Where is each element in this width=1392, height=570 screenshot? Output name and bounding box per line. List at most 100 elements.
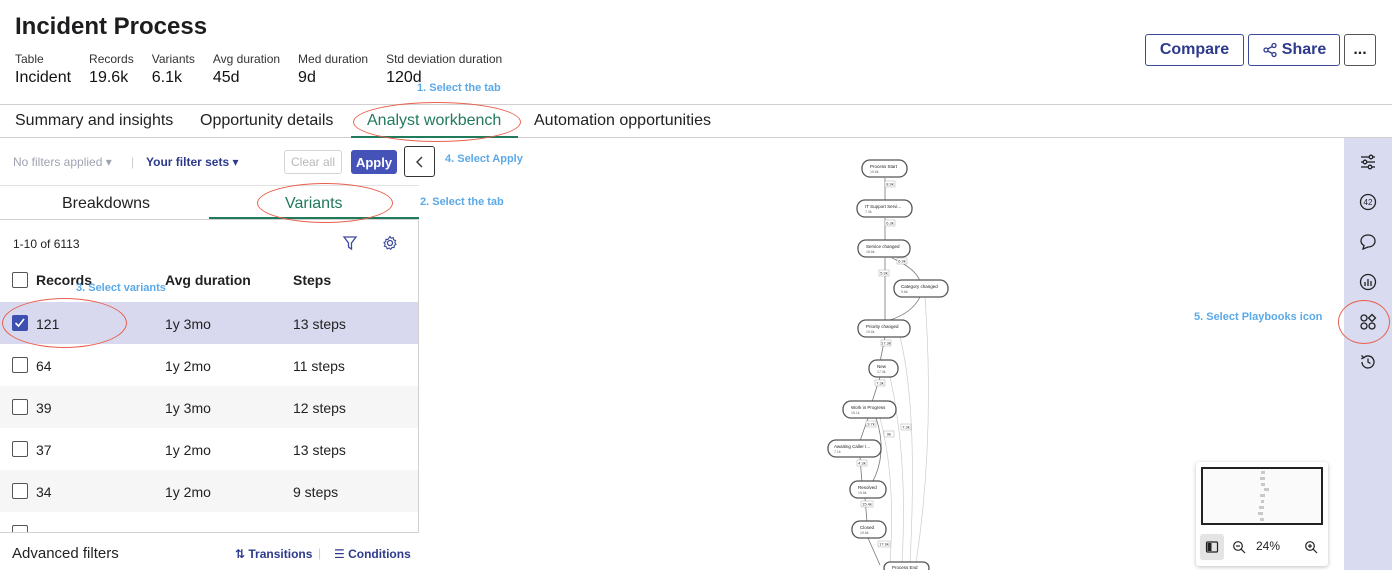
edge-label-4: 17.3k	[881, 341, 891, 346]
cell-records: 39	[36, 400, 52, 416]
edge-label-7: 9k	[887, 432, 891, 437]
node-label: Service changed	[866, 244, 900, 249]
process-node[interactable]: IT Support Servi... 7.3k	[856, 199, 913, 218]
variants-count: 1-10 of 6113	[13, 237, 80, 251]
edge-label: 8.9k	[884, 180, 896, 188]
table-row[interactable]: 121 1y 3mo 13 steps	[0, 302, 418, 344]
col-steps[interactable]: Steps	[293, 272, 331, 288]
node-sub: 19.6k	[870, 170, 879, 174]
playbooks-icon[interactable]	[1358, 312, 1378, 332]
edge-label: 17.9k	[877, 540, 891, 548]
cell-records: 37	[36, 442, 52, 458]
tab-analyst-workbench[interactable]: Analyst workbench	[367, 112, 501, 130]
process-node[interactable]: Work in Progress 15.1k	[842, 400, 897, 419]
compare-button[interactable]: Compare	[1145, 34, 1244, 66]
minimap[interactable]: 24%	[1196, 462, 1328, 566]
edge-label-5: 7.3k	[876, 381, 884, 386]
process-node[interactable]: Process Start 19.6k	[861, 159, 908, 178]
annotation-step-1: 1. Select the tab	[417, 82, 501, 94]
stat-value: Incident	[15, 69, 72, 86]
filter-icon[interactable]	[342, 235, 358, 251]
tab-variants[interactable]: Variants	[285, 195, 343, 213]
tab-summary-insights[interactable]: Summary and insights	[15, 112, 173, 130]
analytics-icon[interactable]	[1358, 272, 1378, 292]
table-row[interactable]: 34 1y 2mo 9 steps	[0, 470, 418, 512]
row-checkbox[interactable]	[12, 399, 28, 415]
row-checkbox[interactable]	[12, 441, 28, 457]
row-checkbox[interactable]	[12, 483, 28, 499]
row-checkbox[interactable]	[12, 315, 28, 331]
node-label: Priority changed	[866, 324, 899, 329]
minimap-preview	[1258, 471, 1269, 521]
edge-label-6: 3.7k	[867, 422, 875, 427]
edge-label: 17.3k	[880, 339, 892, 347]
more-options-button[interactable]: ...	[1344, 34, 1376, 66]
comment-icon[interactable]	[1358, 232, 1378, 252]
node-label: IT Support Servi...	[865, 204, 901, 209]
no-filters-dropdown[interactable]: No filters applied ▾	[13, 155, 112, 169]
process-node[interactable]: Resolved 19.6k	[849, 480, 887, 499]
numbers-icon[interactable]: 42	[1358, 192, 1378, 212]
stat-variants: Variants 6.1k	[152, 52, 195, 87]
zoom-in-icon[interactable]	[1304, 540, 1318, 554]
share-button[interactable]: Share	[1248, 34, 1340, 66]
clear-all-button[interactable]: Clear all	[284, 150, 342, 174]
process-node[interactable]: Category changed 5.6k	[893, 279, 949, 298]
advanced-filters-title[interactable]: Advanced filters	[12, 545, 119, 562]
edge-label-9: 15.4k	[862, 502, 872, 507]
process-node[interactable]: Service changed 18.6k	[857, 239, 911, 258]
conditions-link[interactable]: ☰ Conditions	[334, 547, 411, 561]
tab-automation-opportunities[interactable]: Automation opportunities	[534, 112, 711, 130]
share-label: Share	[1281, 41, 1327, 58]
edge-label-10: 17.9k	[879, 542, 889, 547]
node-label: Category changed	[901, 284, 938, 289]
apply-button[interactable]: Apply	[351, 150, 397, 174]
cell-duration: 1y 3mo	[165, 400, 211, 416]
edge-label: 9k	[883, 430, 895, 438]
sliders-icon[interactable]	[1358, 152, 1378, 172]
edge	[889, 296, 921, 321]
fit-view-icon	[1205, 541, 1219, 553]
node-sub: 19.6k	[858, 491, 867, 495]
zoom-out-icon[interactable]	[1232, 540, 1246, 554]
process-node[interactable]: New 17.3k	[868, 359, 899, 378]
edge-label-3: 6.9k	[898, 259, 906, 264]
table-row[interactable]: 39 1y 3mo 12 steps	[0, 386, 418, 428]
page-title: Incident Process	[15, 13, 208, 40]
stat-value: 6.1k	[151, 69, 182, 86]
node-label: Process End	[892, 565, 918, 570]
edge	[899, 336, 913, 564]
table-row[interactable]: 37 1y 2mo 13 steps	[0, 428, 418, 470]
filter-separator: |	[131, 155, 135, 169]
history-icon[interactable]	[1358, 352, 1378, 372]
stat-records: Records 19.6k	[89, 52, 134, 87]
cell-steps: 12 steps	[293, 400, 346, 416]
process-node[interactable]: Process End	[883, 561, 930, 570]
transitions-link[interactable]: ⇅ Transitions	[235, 547, 312, 561]
select-all-checkbox[interactable]	[12, 272, 28, 288]
row-checkbox[interactable]	[12, 357, 28, 373]
fit-view-button[interactable]	[1200, 534, 1224, 560]
node-sub: 19.6k	[860, 531, 869, 535]
stat-label: Records	[89, 52, 134, 66]
process-node[interactable]: Priority changed 19.6k	[857, 319, 911, 338]
tab-opportunity-details[interactable]: Opportunity details	[200, 112, 333, 130]
table-row[interactable]: 64 1y 2mo 11 steps	[0, 344, 418, 386]
process-node[interactable]: Closed 19.6k	[851, 520, 887, 539]
right-toolbar: 42	[1344, 138, 1392, 570]
edge-label: 6.9k	[896, 257, 908, 265]
node-label: Awaiting Caller I...	[834, 444, 870, 449]
advanced-filters-bar: Advanced filters ⇅ Transitions | ☰ Condi…	[0, 532, 419, 570]
filter-sets-dropdown[interactable]: Your filter sets ▾	[146, 155, 239, 169]
gear-icon[interactable]	[382, 235, 398, 251]
node-label: Resolved	[858, 485, 877, 490]
cell-records: 34	[36, 484, 52, 500]
cell-duration: 1y 3mo	[165, 316, 211, 332]
node-sub: 19.6k	[866, 330, 875, 334]
tab-breakdowns[interactable]: Breakdowns	[62, 195, 150, 213]
minimap-viewport[interactable]	[1201, 467, 1323, 525]
process-node[interactable]: Awaiting Caller I... 7.1k	[827, 439, 882, 458]
stat-label: Table	[15, 52, 44, 66]
col-avg-duration[interactable]: Avg duration	[165, 272, 251, 288]
edge-label-11: 7.3k	[902, 425, 910, 430]
